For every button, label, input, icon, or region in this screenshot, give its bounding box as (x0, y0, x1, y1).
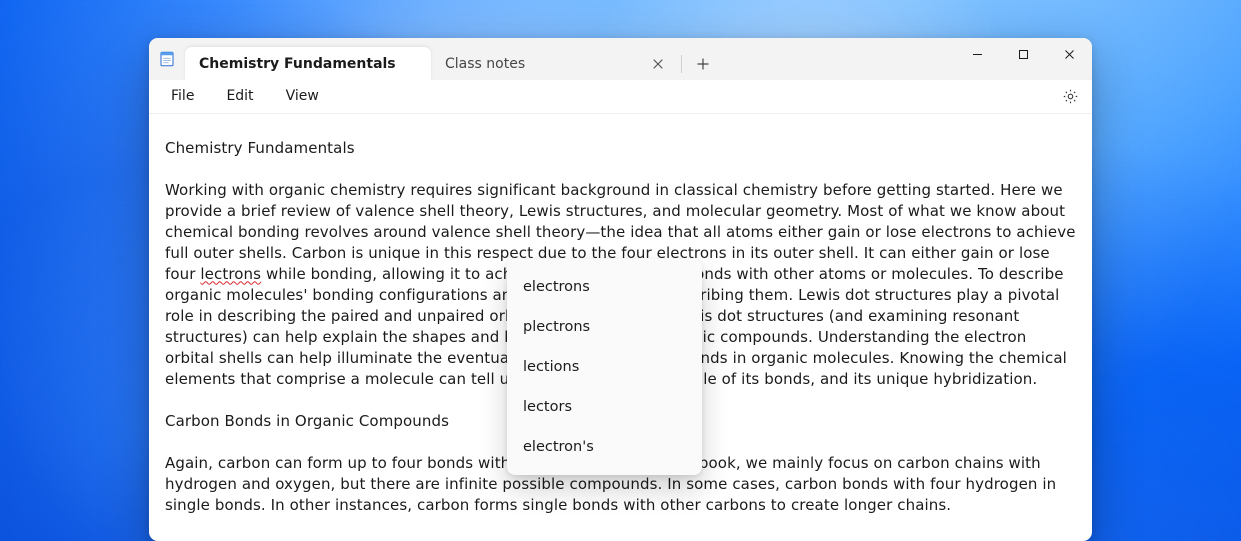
spellcheck-menu: electrons plectrons lections lectors ele… (507, 259, 702, 475)
menubar: File Edit View (149, 80, 1092, 114)
close-icon[interactable] (647, 53, 669, 75)
tab-divider (681, 55, 682, 73)
tab-label: Chemistry Fundamentals (199, 56, 396, 72)
tab-label: Class notes (445, 56, 525, 72)
minimize-button[interactable] (954, 38, 1000, 70)
spell-suggestion[interactable]: plectrons (507, 307, 702, 347)
editor-area[interactable]: Chemistry Fundamentals Working with orga… (149, 114, 1092, 541)
close-button[interactable] (1046, 38, 1092, 70)
menu-edit[interactable]: Edit (214, 84, 265, 108)
gear-icon[interactable] (1056, 82, 1084, 110)
window-controls (954, 38, 1092, 80)
tab-inactive[interactable]: Class notes (431, 47, 677, 80)
doc-title: Chemistry Fundamentals (165, 138, 1076, 159)
tab-active[interactable]: Chemistry Fundamentals (185, 47, 431, 80)
notepad-window: Chemistry Fundamentals Class notes (149, 38, 1092, 541)
spell-suggestion[interactable]: lectors (507, 387, 702, 427)
spell-suggestion[interactable]: electrons (507, 267, 702, 307)
menu-view[interactable]: View (274, 84, 331, 108)
titlebar[interactable]: Chemistry Fundamentals Class notes (149, 38, 1092, 80)
maximize-button[interactable] (1000, 38, 1046, 70)
spell-suggestion[interactable]: electron's (507, 427, 702, 467)
menu-file[interactable]: File (159, 84, 206, 108)
spell-suggestion[interactable]: lections (507, 347, 702, 387)
misspelled-word[interactable]: lectrons (200, 265, 261, 283)
new-tab-button[interactable] (686, 47, 720, 80)
app-icon (149, 38, 185, 80)
